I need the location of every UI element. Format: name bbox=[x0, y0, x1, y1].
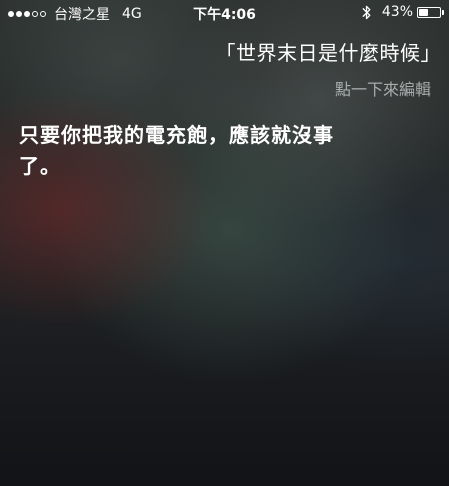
bluetooth-icon bbox=[362, 5, 371, 19]
battery-fill bbox=[419, 8, 428, 16]
tap-to-edit-hint[interactable]: 點一下來編輯 bbox=[335, 76, 431, 100]
battery-nub bbox=[442, 9, 444, 15]
battery-icon bbox=[417, 6, 444, 18]
siri-query-text[interactable]: 「世界末日是什麼時候」 bbox=[216, 37, 442, 66]
siri-response-text: 只要你把我的電充飽，應該就沒事了。 bbox=[19, 123, 334, 178]
status-right: 43% bbox=[362, 4, 444, 20]
siri-background bbox=[0, 0, 449, 486]
status-bar: 台灣之星 4G 下午4:06 43% bbox=[0, 0, 449, 26]
battery-percent: 43% bbox=[381, 4, 413, 20]
